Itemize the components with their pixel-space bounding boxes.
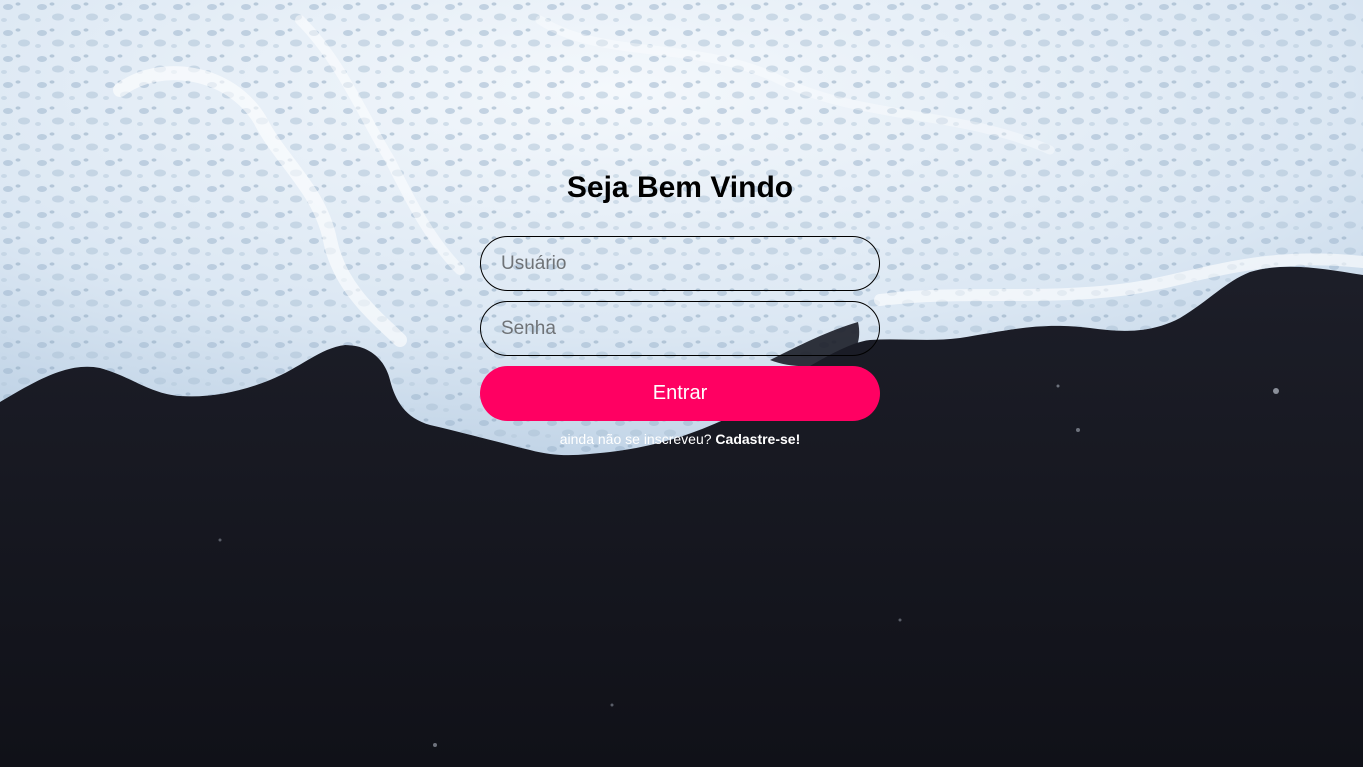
login-button[interactable]: Entrar xyxy=(480,366,880,421)
password-input[interactable] xyxy=(480,301,880,356)
login-form: Seja Bem Vindo Entrar ainda não se inscr… xyxy=(480,165,880,447)
login-page: Seja Bem Vindo Entrar ainda não se inscr… xyxy=(0,0,1363,767)
page-title: Seja Bem Vindo xyxy=(566,171,794,204)
signup-prompt-text: ainda não se inscreveu? xyxy=(559,431,712,447)
signup-prompt: ainda não se inscreveu? Cadastre-se! xyxy=(480,431,880,447)
signup-link[interactable]: Cadastre-se! xyxy=(715,431,800,447)
username-input[interactable] xyxy=(480,236,880,291)
